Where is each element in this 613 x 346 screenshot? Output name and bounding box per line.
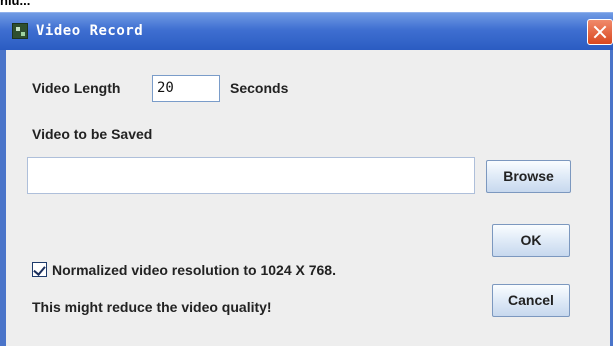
quality-warning-label: This might reduce the video quality! <box>32 299 272 315</box>
seconds-label: Seconds <box>230 80 289 96</box>
video-length-label: Video Length <box>32 80 121 96</box>
cancel-button[interactable]: Cancel <box>492 284 570 317</box>
ok-button[interactable]: OK <box>492 224 570 257</box>
normalize-checkbox[interactable] <box>32 262 47 277</box>
video-record-dialog: Video Record Video Length 20 Seconds Vid… <box>0 12 613 346</box>
video-save-label: Video to be Saved <box>32 126 153 142</box>
video-length-input[interactable]: 20 <box>152 75 220 102</box>
browse-button[interactable]: Browse <box>486 160 571 193</box>
background-strip: nlu... <box>0 0 613 12</box>
app-icon <box>12 23 28 39</box>
save-path-input[interactable] <box>27 157 475 194</box>
title-bar[interactable]: Video Record <box>0 12 613 50</box>
close-icon[interactable] <box>587 19 613 45</box>
background-text-fragment: nlu... <box>0 0 31 8</box>
window-title: Video Record <box>36 23 144 39</box>
normalize-label: Normalized video resolution to 1024 X 76… <box>52 262 336 278</box>
